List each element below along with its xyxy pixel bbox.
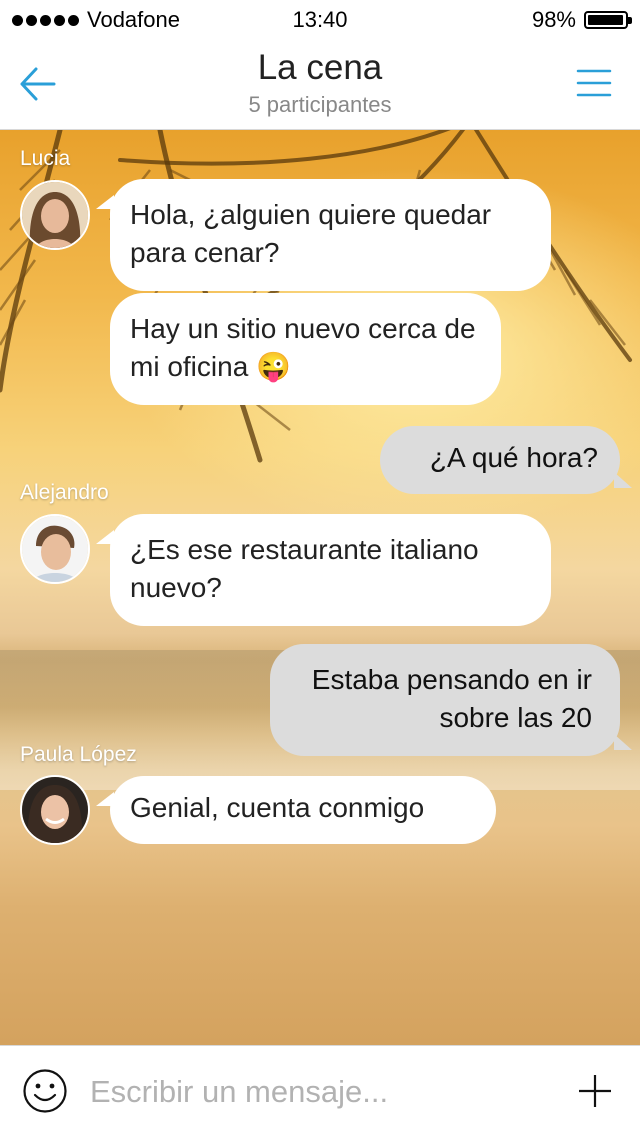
message-input[interactable]: [88, 1066, 552, 1118]
signal-strength-icon: [12, 14, 79, 26]
sender-name: Paula López: [20, 743, 137, 766]
message-bubble-outgoing[interactable]: ¿A qué hora?: [380, 426, 632, 494]
sender-name: Lucia: [20, 147, 71, 170]
user-avatar-icon: [22, 777, 88, 843]
add-attachment-button[interactable]: [578, 1074, 612, 1108]
plus-icon: [579, 1075, 611, 1107]
message-bubble[interactable]: Genial, cuenta conmigo: [96, 776, 496, 844]
chat-header: La cena 5 participantes: [0, 40, 640, 130]
smiley-face-icon: [23, 1069, 67, 1113]
participants-count[interactable]: 5 participantes: [0, 92, 640, 118]
battery-icon: [584, 11, 632, 29]
tongue-out-emoji-icon: 😜: [256, 351, 291, 382]
user-avatar-icon: [22, 182, 88, 248]
battery-area: 98%: [531, 7, 632, 33]
avatar[interactable]: [20, 775, 90, 845]
user-avatar-icon: [22, 516, 88, 582]
battery-percent: 98%: [531, 7, 576, 32]
conversation-title: La cena: [257, 48, 383, 87]
message-bubble[interactable]: Hay un sitio nuevo cerca de mi oficina 😜: [110, 293, 501, 405]
emoji-button[interactable]: [22, 1068, 68, 1114]
message-list[interactable]: Lucia Hola, ¿alguien quiere quedar para …: [0, 130, 640, 1045]
sender-name: Alejandro: [20, 481, 109, 504]
carrier-name: Vodafone: [87, 7, 180, 32]
message-bubble[interactable]: Hola, ¿alguien quiere quedar para cenar?: [96, 179, 551, 291]
message-composer: [0, 1045, 640, 1136]
message-bubble-outgoing[interactable]: Estaba pensando en ir sobre las 20: [270, 644, 632, 756]
avatar[interactable]: [20, 180, 90, 250]
hamburger-menu-icon: [576, 69, 612, 97]
menu-button[interactable]: [576, 68, 612, 98]
message-text: Hay un sitio nuevo cerca de mi oficina: [130, 313, 476, 382]
carrier-area: Vodafone: [12, 7, 180, 33]
message-bubble[interactable]: ¿Es ese restaurante italiano nuevo?: [96, 514, 551, 626]
avatar[interactable]: [20, 514, 90, 584]
status-bar: Vodafone 13:40 98%: [0, 0, 640, 40]
